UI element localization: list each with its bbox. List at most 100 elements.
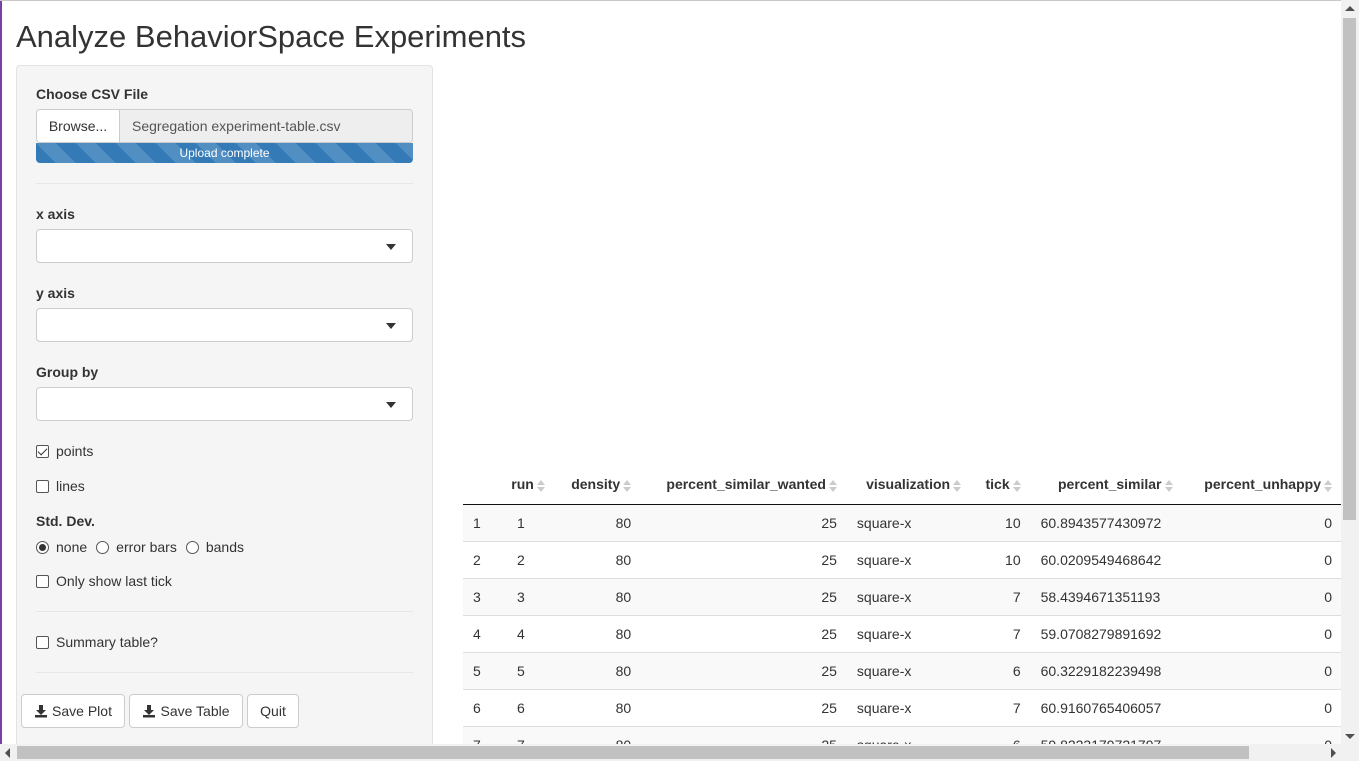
sidebar-panel: Choose CSV File Browse... Segregation ex… bbox=[16, 65, 433, 761]
checkbox-icon[interactable] bbox=[36, 479, 49, 493]
table-cell: 25 bbox=[641, 540, 847, 578]
table-row[interactable]: 6 6 80 25 square-x 7 60.9160765406057 0 bbox=[463, 688, 1342, 726]
checkbox-icon[interactable] bbox=[36, 574, 49, 588]
table-cell: 3 bbox=[497, 577, 555, 615]
table-cell: 25 bbox=[641, 725, 847, 745]
vertical-scroll-thumb[interactable] bbox=[1343, 18, 1356, 520]
table-cell: 25 bbox=[641, 577, 847, 615]
radio-bands[interactable]: bands bbox=[185, 539, 244, 555]
radio-none[interactable]: none bbox=[36, 539, 87, 555]
table-row[interactable]: 7 7 80 25 square-x 6 59.8223179721797 0 bbox=[463, 725, 1342, 745]
table-cell: 80 bbox=[554, 614, 642, 652]
table-cell: 10 bbox=[971, 540, 1031, 578]
checkbox-checked-icon[interactable] bbox=[36, 444, 49, 458]
table-cell: square-x bbox=[846, 614, 972, 652]
column-header-label: tick bbox=[985, 476, 1010, 493]
checkbox-icon[interactable] bbox=[36, 635, 49, 649]
x-axis-select[interactable] bbox=[36, 229, 413, 263]
radio-icon[interactable] bbox=[96, 540, 110, 554]
table-cell: square-x bbox=[846, 725, 972, 745]
column-header-label: percent_similar_wanted bbox=[666, 476, 826, 493]
table-cell: 0 bbox=[1182, 614, 1342, 652]
caret-down-icon bbox=[386, 402, 396, 408]
table-row[interactable]: 2 2 80 25 square-x 10 60.0209549468642 0 bbox=[463, 540, 1342, 578]
summary-label: Summary table? bbox=[56, 634, 158, 650]
table-cell: 7 bbox=[463, 725, 497, 745]
table-cell: square-x bbox=[846, 503, 972, 541]
sort-icon[interactable] bbox=[828, 479, 837, 492]
scroll-right-arrow-icon[interactable] bbox=[1331, 748, 1336, 758]
save-table-button[interactable]: Save Table bbox=[129, 694, 243, 728]
column-header-percent-similar[interactable]: percent_similar bbox=[1030, 465, 1183, 505]
browse-button[interactable]: Browse... bbox=[37, 110, 120, 142]
table-cell: 7 bbox=[497, 725, 555, 745]
table-cell: 59.8223179721797 bbox=[1030, 725, 1183, 745]
scroll-left-arrow-icon[interactable] bbox=[5, 748, 10, 758]
table-row[interactable]: 4 4 80 25 square-x 7 59.0708279891692 0 bbox=[463, 614, 1342, 652]
column-header-percent-unhappy[interactable]: percent_unhappy bbox=[1182, 465, 1342, 505]
column-header-density[interactable]: density bbox=[554, 465, 642, 505]
file-label: Choose CSV File bbox=[36, 86, 149, 102]
y-axis-select[interactable] bbox=[36, 308, 413, 342]
table-row[interactable]: 1 1 80 25 square-x 10 60.8943577430972 0 bbox=[463, 503, 1342, 541]
sort-icon[interactable] bbox=[536, 479, 545, 492]
sort-icon[interactable] bbox=[1012, 479, 1021, 492]
table-cell: 80 bbox=[554, 725, 642, 745]
table-cell: 10 bbox=[971, 503, 1031, 541]
sort-icon[interactable] bbox=[953, 479, 962, 492]
radio-error-bars[interactable]: error bars bbox=[96, 539, 177, 555]
sort-icon[interactable] bbox=[1164, 479, 1173, 492]
upload-progress-bar: Upload complete bbox=[36, 143, 413, 163]
last-tick-checkbox[interactable]: Only show last tick bbox=[36, 573, 172, 589]
file-input[interactable]: Browse... Segregation experiment-table.c… bbox=[36, 109, 413, 143]
save-plot-button[interactable]: Save Plot bbox=[21, 694, 125, 728]
column-header-label: density bbox=[571, 476, 621, 493]
lines-checkbox[interactable]: lines bbox=[36, 478, 85, 494]
points-checkbox[interactable]: points bbox=[36, 443, 93, 459]
column-header-label: run bbox=[511, 476, 534, 493]
divider bbox=[36, 183, 413, 184]
x-axis-label: x axis bbox=[36, 206, 75, 222]
radio-none-label: none bbox=[56, 539, 88, 555]
radio-icon[interactable] bbox=[185, 540, 199, 554]
horizontal-scroll-thumb[interactable] bbox=[17, 746, 1249, 759]
table-cell: 5 bbox=[497, 651, 555, 689]
column-header-index bbox=[463, 465, 497, 505]
sort-icon[interactable] bbox=[1324, 479, 1332, 492]
radio-selected-icon[interactable] bbox=[36, 540, 49, 554]
table-cell: 0 bbox=[1182, 577, 1342, 615]
download-icon bbox=[143, 705, 156, 718]
window-left-edge bbox=[0, 0, 2, 761]
group-by-select[interactable] bbox=[36, 387, 413, 421]
column-header-visualization[interactable]: visualization bbox=[846, 465, 972, 505]
scroll-down-arrow-icon[interactable] bbox=[1345, 734, 1355, 739]
last-tick-label: Only show last tick bbox=[56, 573, 172, 589]
save-plot-label: Save Plot bbox=[52, 703, 112, 719]
table-cell: 25 bbox=[641, 614, 847, 652]
divider bbox=[36, 672, 413, 673]
table-cell: 0 bbox=[1182, 725, 1342, 745]
table-cell: 1 bbox=[497, 503, 555, 541]
table-cell: 60.9160765406057 bbox=[1030, 688, 1183, 726]
table-cell: 59.0708279891692 bbox=[1030, 614, 1183, 652]
upload-progress-text: Upload complete bbox=[179, 146, 270, 160]
table-cell: 60.3229182239498 bbox=[1030, 651, 1183, 689]
table-cell: 80 bbox=[554, 503, 642, 541]
table-cell: 3 bbox=[463, 577, 497, 615]
table-cell: square-x bbox=[846, 540, 972, 578]
table-cell: 25 bbox=[641, 688, 847, 726]
data-table-container: run density percent_similar_wanted visualiz… bbox=[463, 465, 1342, 745]
scroll-up-arrow-icon[interactable] bbox=[1345, 6, 1355, 11]
column-header-tick[interactable]: tick bbox=[971, 465, 1031, 505]
table-cell: 7 bbox=[971, 577, 1031, 615]
column-header-percent-similar-wanted[interactable]: percent_similar_wanted bbox=[641, 465, 847, 505]
table-cell: 0 bbox=[1182, 688, 1342, 726]
column-header-run[interactable]: run bbox=[497, 465, 555, 505]
lines-label: lines bbox=[56, 478, 85, 494]
table-row[interactable]: 3 3 80 25 square-x 7 58.4394671351193 0 bbox=[463, 577, 1342, 615]
summary-checkbox[interactable]: Summary table? bbox=[36, 634, 158, 650]
sort-icon[interactable] bbox=[623, 479, 632, 492]
table-row[interactable]: 5 5 80 25 square-x 6 60.3229182239498 0 bbox=[463, 651, 1342, 689]
column-header-label: percent_similar bbox=[1058, 476, 1162, 493]
quit-button[interactable]: Quit bbox=[247, 694, 299, 728]
